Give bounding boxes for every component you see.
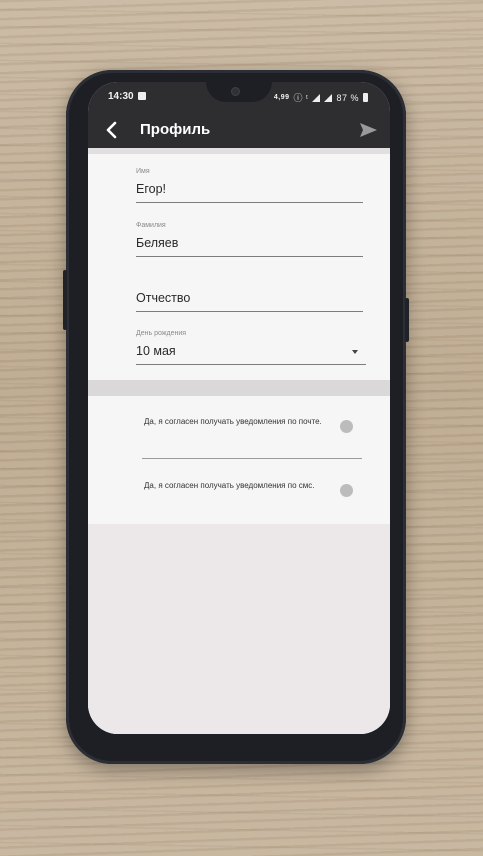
app-bar: Профиль [88,112,390,148]
signal-icon [312,93,321,102]
network-speed: 4,99 [273,94,290,101]
birthday-field[interactable]: День рождения 10 мая [136,330,366,365]
phone-screen: 14:30 4,99 ⓘ ᵗ 87 % Профиль Имя Егор! Фа… [88,82,390,734]
front-camera [231,87,240,96]
page-title: Профиль [140,121,211,138]
vibrate-icon: ⓘ ᵗ [293,93,309,103]
birthday-select[interactable]: 10 мая [136,344,366,360]
first-name-label: Имя [136,168,150,175]
last-name-field[interactable]: Фамилия Беляев [136,222,363,257]
chevron-down-icon[interactable] [352,350,358,354]
sms-consent-label: Да, я согласен получать уведомления по с… [144,481,315,490]
last-name-underline [136,256,363,257]
volume-button [63,270,67,330]
status-icons: 4,99 ⓘ ᵗ 87 % [274,91,368,104]
patronymic-label [136,277,363,287]
status-time: 14:30 [108,91,134,102]
email-consent-label: Да, я согласен получать уведомления по п… [144,417,322,426]
birthday-underline [136,364,366,365]
battery-percent: 87 % [336,92,359,103]
gallery-notification-icon [138,92,146,100]
power-button [405,298,409,342]
battery-icon [363,93,368,102]
send-icon[interactable] [358,121,378,139]
first-name-input[interactable]: Егор! [136,182,363,198]
patronymic-field[interactable]: Отчество [136,277,363,312]
last-name-label: Фамилия [136,222,166,229]
email-consent-toggle[interactable] [340,420,353,433]
section-divider [88,380,390,396]
first-name-underline [136,202,363,203]
consent-separator [142,458,362,459]
first-name-field[interactable]: Имя Егор! [136,168,363,203]
sms-consent-toggle[interactable] [340,484,353,497]
signal-icon-2 [324,93,333,102]
patronymic-input[interactable]: Отчество [136,291,363,307]
last-name-input[interactable]: Беляев [136,236,363,252]
empty-area [88,524,390,734]
patronymic-underline [136,311,363,312]
consents-card: Да, я согласен получать уведомления по п… [88,396,390,524]
profile-content: Имя Егор! Фамилия Беляев Отчество День р… [88,148,390,734]
back-arrow-icon[interactable] [102,120,122,140]
birthday-label: День рождения [136,330,187,337]
